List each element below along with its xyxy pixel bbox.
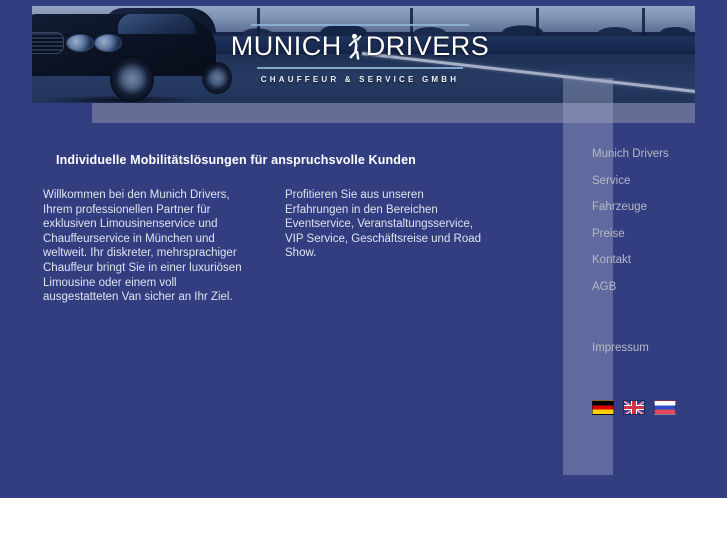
logo-rule-bottom	[257, 67, 463, 69]
logo-wordmark: MUNICH DRIVERS	[231, 32, 489, 61]
nav-item-kontakt[interactable]: Kontakt	[592, 254, 712, 267]
nav-item-munich-drivers[interactable]: Munich Drivers	[592, 148, 712, 161]
logo-rule-top	[251, 24, 469, 26]
logo-word-munich: MUNICH	[230, 30, 342, 61]
language-switcher	[592, 400, 676, 415]
logo-word-drivers: DRIVERS	[365, 30, 490, 61]
nav-item-service[interactable]: Service	[592, 175, 712, 188]
page-root: MUNICH DRIVERS CHAUFFEUR & SERVICE GMBH …	[0, 0, 727, 545]
russian-flag[interactable]	[654, 400, 676, 415]
nav-item-fahrzeuge[interactable]: Fahrzeuge	[592, 201, 712, 214]
intro-paragraph-right: Profitieren Sie aus unseren Erfahrungen …	[285, 189, 482, 260]
nav-item-preise[interactable]: Preise	[592, 228, 712, 241]
main-navigation: Munich Drivers Service Fahrzeuge Preise …	[592, 148, 712, 307]
united-kingdom-flag[interactable]	[623, 400, 645, 415]
logo-tagline: CHAUFFEUR & SERVICE GMBH	[260, 75, 460, 84]
page-title: Individuelle Mobilitätslösungen für ansp…	[56, 153, 416, 167]
intro-paragraph-left: Willkommen bei den Munich Drivers, Ihrem…	[43, 189, 242, 304]
walking-chauffeur-icon	[344, 33, 364, 61]
nav-item-agb[interactable]: AGB	[592, 281, 712, 294]
site-logo[interactable]: MUNICH DRIVERS CHAUFFEUR & SERVICE GMBH	[231, 24, 489, 84]
nav-item-impressum[interactable]: Impressum	[592, 342, 649, 355]
german-flag[interactable]	[592, 400, 614, 415]
